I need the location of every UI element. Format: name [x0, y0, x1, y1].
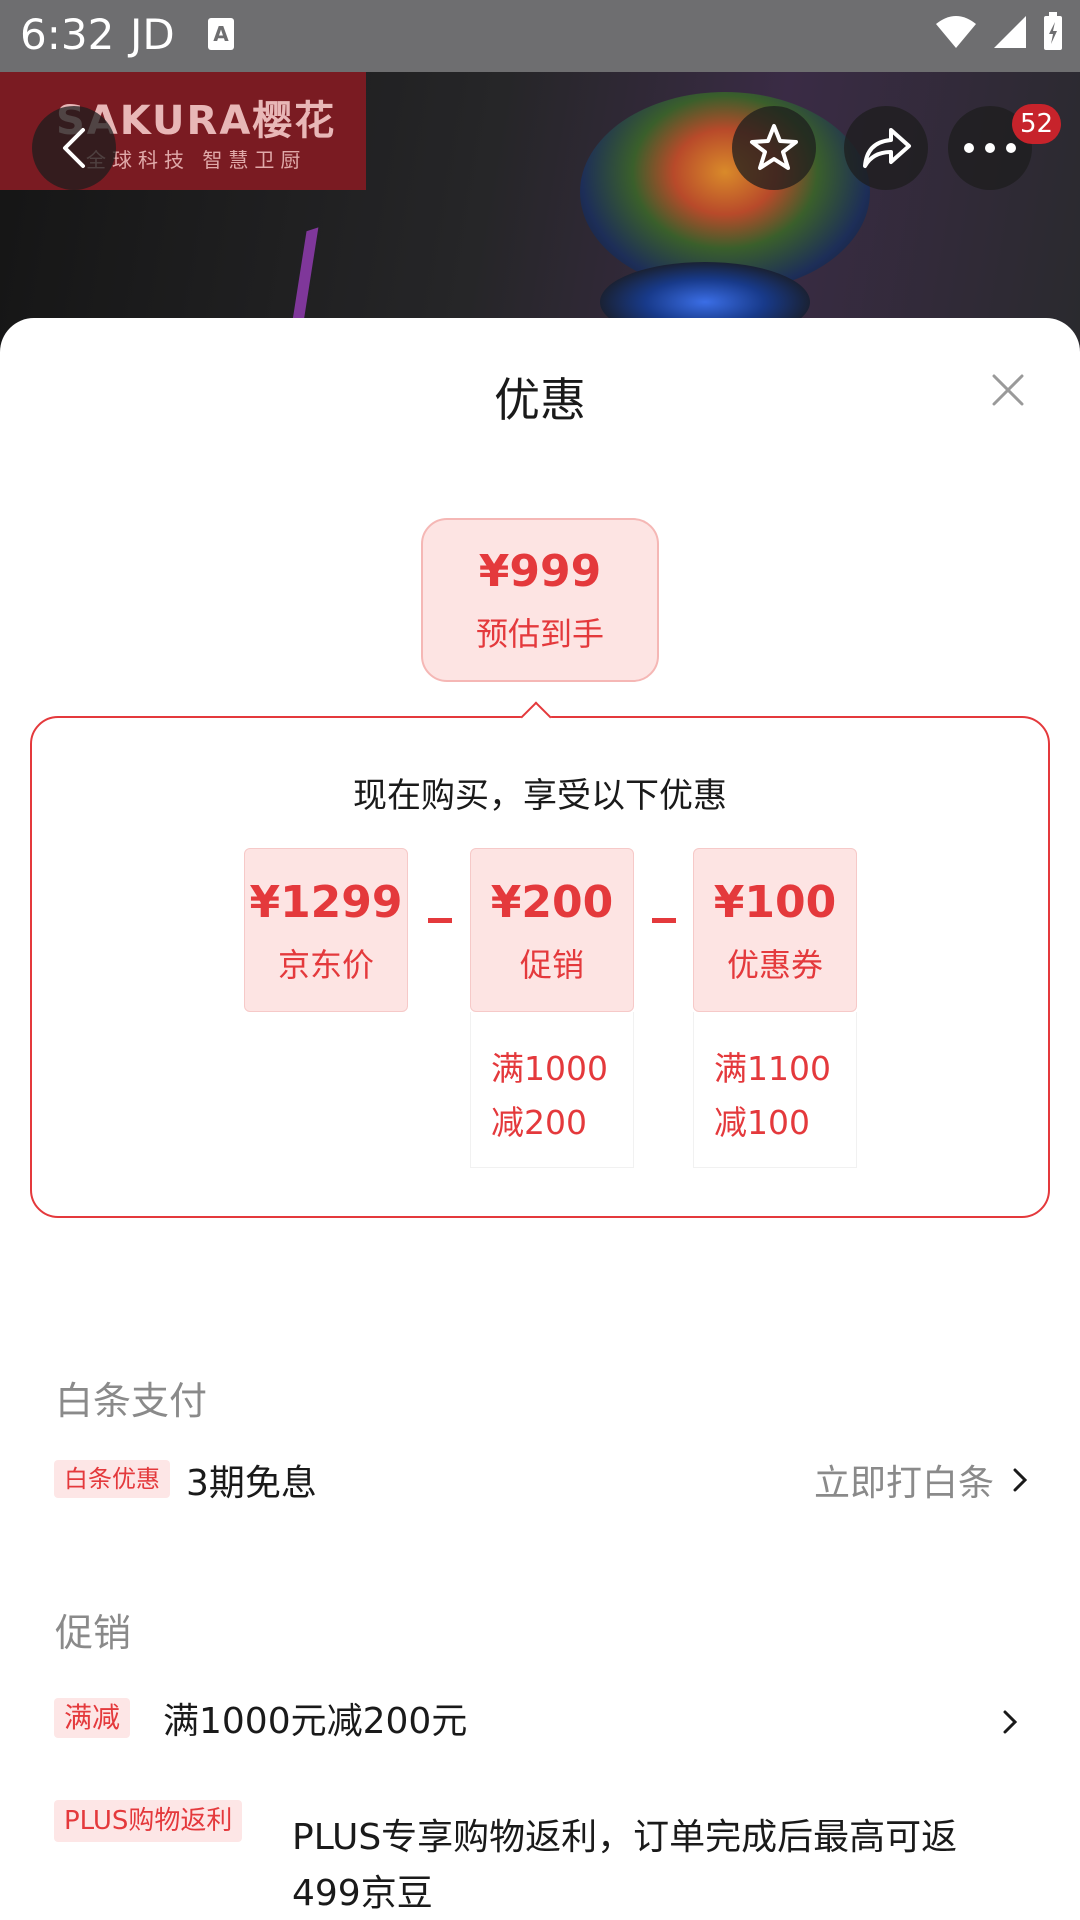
breakdown-title: 现在购买，享受以下优惠	[353, 776, 727, 816]
baitiao-tag: 白条优惠	[54, 1460, 170, 1498]
sheet-title: 优惠	[494, 373, 586, 427]
share-icon	[863, 128, 911, 168]
promo-discount-label: 促销	[519, 946, 584, 984]
chevron-right-icon	[1003, 1710, 1018, 1734]
wifi-icon	[936, 16, 976, 48]
estimated-price-badge: ¥999 预估到手	[421, 518, 659, 682]
jd-price-label: 京东价	[277, 946, 374, 984]
fullcut-text: 满1000元减200元	[163, 1701, 468, 1742]
status-icons	[934, 12, 1064, 52]
promo-rule-line2: 减200	[491, 1103, 587, 1142]
coupon-rule-line1: 满1100	[714, 1049, 831, 1088]
brand-slogan: 全球科技 智慧卫厨	[86, 148, 307, 172]
price-breakdown-card: 现在购买，享受以下优惠 ¥1299 京东价 ¥200 促销 满1000 减200…	[30, 716, 1050, 1218]
minus-sign	[428, 918, 452, 923]
coupon-rule-line2: 减100	[714, 1103, 810, 1142]
close-icon[interactable]	[988, 370, 1028, 410]
notification-icon: A	[208, 18, 234, 50]
fullcut-tag: 满减	[54, 1698, 131, 1738]
plus-rebate-text-line2: 499京豆	[292, 1873, 433, 1914]
more-dots-icon	[964, 143, 1016, 153]
baitiao-section-title: 白条支付	[55, 1379, 208, 1423]
promo-discount-box: ¥200 促销	[470, 848, 634, 1012]
baitiao-text: 3期免息	[186, 1463, 317, 1504]
status-carrier: JD	[130, 10, 175, 59]
coupon-rule-box: 满1100 减100	[693, 1012, 857, 1168]
chevron-right-icon	[1013, 1468, 1028, 1492]
minus-sign	[652, 918, 676, 923]
discount-sheet: 优惠 ¥999 预估到手 现在购买，享受以下优惠 ¥1299 京东价 ¥200 …	[0, 318, 1080, 1920]
promo-rule-line1: 满1000	[491, 1049, 608, 1088]
coupon-label: 优惠券	[726, 946, 823, 984]
jd-price-box: ¥1299 京东价	[244, 848, 408, 1012]
jd-price-amount: ¥1299	[249, 877, 403, 928]
plus-rebate-tag: PLUS购物返利	[54, 1800, 243, 1842]
estimated-price-label: 预估到手	[475, 615, 604, 653]
promo-rule-box: 满1000 减200	[470, 1012, 634, 1168]
promo-discount-amount: ¥200	[490, 877, 614, 928]
back-button[interactable]	[32, 106, 116, 190]
share-button[interactable]	[844, 106, 928, 190]
battery-icon	[1044, 12, 1062, 50]
star-icon	[750, 124, 798, 170]
status-bar: 6:32 JD A	[0, 0, 1080, 72]
signal-icon	[994, 16, 1026, 48]
coupon-amount: ¥100	[713, 877, 837, 928]
status-time: 6:32	[20, 10, 115, 59]
coupon-box: ¥100 优惠券	[693, 848, 857, 1012]
cart-count-badge: 52	[1012, 104, 1062, 144]
product-image: SAKURA樱花 全球科技 智慧卫厨 /	[0, 72, 1080, 352]
estimated-price: ¥999	[478, 546, 602, 597]
favorite-button[interactable]	[732, 106, 816, 190]
back-arrow-icon	[63, 128, 85, 168]
plus-rebate-text-line1: PLUS专享购物返利，订单完成后最高可返	[292, 1817, 958, 1858]
promo-section-title: 促销	[55, 1611, 132, 1655]
baitiao-action[interactable]: 立即打白条	[814, 1454, 994, 1506]
